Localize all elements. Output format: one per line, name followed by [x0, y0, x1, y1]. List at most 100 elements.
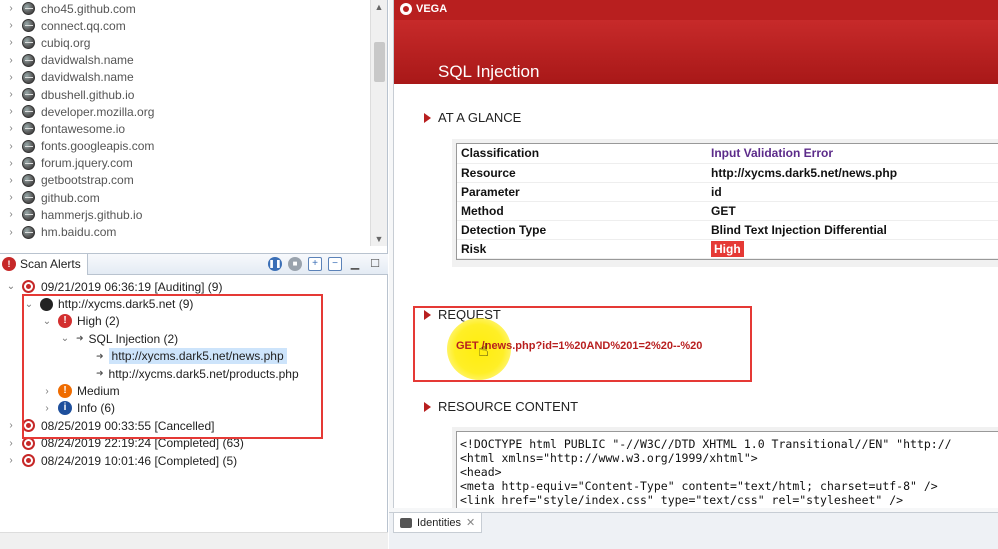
expand-icon[interactable]: ›: [6, 175, 16, 186]
host-item[interactable]: › connect.qq.com: [0, 17, 370, 34]
host-item[interactable]: › fontawesome.io: [0, 120, 370, 137]
section-arrow-icon: [424, 401, 431, 412]
globe-icon: [22, 139, 35, 153]
resource-content-box: <!DOCTYPE html PUBLIC "-//W3C//DTD XHTML…: [456, 431, 998, 508]
expand-icon[interactable]: ›: [6, 438, 16, 449]
scan-alerts-toolbar: ❚❚ ■ + − ▁ ☐: [268, 257, 382, 271]
globe-icon: [22, 70, 35, 84]
left-pane: › cho45.github.com › connect.qq.com › cubiq…: [0, 0, 388, 549]
stop-icon[interactable]: ■: [288, 257, 302, 271]
annotation-box: [413, 306, 752, 382]
vega-header-bar: VEGA: [394, 0, 998, 20]
glance-value: GET: [707, 201, 998, 221]
minimize-icon[interactable]: ▁: [348, 257, 362, 271]
globe-icon: [22, 191, 35, 205]
glance-key: Method: [457, 201, 707, 221]
horizontal-scrollbar[interactable]: [0, 532, 388, 549]
host-tree-scrollbar[interactable]: ▲ ▼: [370, 0, 387, 246]
glance-row: Method GET: [457, 201, 998, 221]
title-banner: SQL Injection: [394, 20, 998, 84]
annotation-box: [22, 294, 323, 439]
glance-key: Resource: [457, 163, 707, 183]
globe-icon: [22, 173, 35, 187]
host-item[interactable]: › cho45.github.com: [0, 0, 370, 17]
risk-badge: High: [711, 240, 744, 257]
code-line: <meta http-equiv="Content-Type" content=…: [460, 479, 938, 493]
expand-all-icon[interactable]: +: [308, 257, 322, 271]
expand-icon[interactable]: ›: [6, 55, 16, 66]
expand-icon[interactable]: ›: [6, 20, 16, 31]
alert-report: VEGA SQL Injection AT A GLANCE Classific…: [393, 0, 998, 508]
host-item[interactable]: › forum.jquery.com: [0, 155, 370, 172]
glance-value: Blind Text Injection Differential: [707, 220, 998, 240]
host-item[interactable]: › hammerjs.github.io: [0, 206, 370, 223]
globe-icon: [22, 156, 35, 170]
expand-icon[interactable]: ›: [6, 37, 16, 48]
expand-icon[interactable]: ›: [6, 227, 16, 238]
glance-value: id: [707, 182, 998, 202]
host-item[interactable]: › hm.baidu.com: [0, 223, 370, 240]
glance-key: Classification: [457, 144, 707, 164]
expand-icon[interactable]: ›: [6, 3, 16, 14]
host-item[interactable]: › getbootstrap.com: [0, 172, 370, 189]
code-line: <link href="style/index.css" type="text/…: [460, 493, 904, 507]
scan-item[interactable]: ⌄ 09/21/2019 06:36:19 [Auditing] (9): [0, 278, 388, 295]
globe-icon: [22, 53, 35, 67]
expand-icon[interactable]: ›: [6, 141, 16, 152]
glance-row: Risk High: [457, 239, 998, 259]
pause-icon[interactable]: ❚❚: [268, 257, 282, 271]
expand-icon[interactable]: ›: [6, 455, 16, 466]
scan-item[interactable]: › 08/24/2019 10:01:46 [Completed] (5): [0, 452, 388, 469]
report-pane: VEGA SQL Injection AT A GLANCE Classific…: [389, 0, 998, 549]
scroll-down-icon[interactable]: ▼: [371, 232, 387, 246]
host-item[interactable]: › davidwalsh.name: [0, 52, 370, 69]
host-item[interactable]: › davidwalsh.name: [0, 69, 370, 86]
globe-icon: [22, 225, 35, 239]
host-item[interactable]: › cubiq.org: [0, 34, 370, 51]
globe-icon: [22, 36, 35, 50]
host-tree: › cho45.github.com › connect.qq.com › cubiq…: [0, 0, 370, 246]
expand-icon[interactable]: ›: [6, 123, 16, 134]
host-item[interactable]: › fonts.googleapis.com: [0, 138, 370, 155]
scroll-thumb[interactable]: [374, 42, 385, 82]
scroll-up-icon[interactable]: ▲: [371, 0, 387, 14]
scan-record-icon: [22, 280, 35, 294]
expand-icon[interactable]: ›: [6, 72, 16, 83]
glance-key: Detection Type: [457, 220, 707, 240]
collapse-all-icon[interactable]: −: [328, 257, 342, 271]
expand-icon[interactable]: ›: [6, 209, 16, 220]
maximize-icon[interactable]: ☐: [368, 257, 382, 271]
expand-icon[interactable]: ›: [6, 158, 16, 169]
identities-tab[interactable]: Identities ✕: [393, 513, 483, 533]
host-item[interactable]: › developer.mozilla.org: [0, 103, 370, 120]
collapse-icon[interactable]: ⌄: [6, 281, 16, 292]
glance-value: http://xycms.dark5.net/news.php: [707, 163, 998, 183]
identities-icon: [400, 517, 412, 528]
identities-bar: Identities ✕: [389, 512, 998, 549]
glance-key: Risk: [457, 239, 707, 259]
close-icon[interactable]: ✕: [466, 516, 475, 529]
expand-icon[interactable]: ›: [6, 192, 16, 203]
at-a-glance-table: Classification Input Validation Error Res…: [456, 143, 998, 260]
scan-alerts-header: ! Scan Alerts ❚❚ ■ + − ▁ ☐: [0, 253, 388, 275]
expand-icon[interactable]: ›: [6, 89, 16, 100]
globe-icon: [22, 122, 35, 136]
glance-row: Detection Type Blind Text Injection Diffe…: [457, 220, 998, 240]
globe-icon: [22, 208, 35, 222]
glance-key: Parameter: [457, 182, 707, 202]
expand-icon[interactable]: ›: [6, 106, 16, 117]
host-item[interactable]: › github.com: [0, 189, 370, 206]
vega-logo: VEGA: [400, 3, 447, 15]
alert-icon: !: [2, 257, 16, 271]
globe-icon: [22, 105, 35, 119]
alert-title: SQL Injection: [438, 62, 540, 81]
glance-row: Resource http://xycms.dark5.net/news.php: [457, 163, 998, 183]
vega-window: › cho45.github.com › connect.qq.com › cubiq…: [0, 0, 998, 549]
glance-value: Input Validation Error: [707, 144, 998, 164]
globe-icon: [22, 2, 35, 16]
code-line: <html xmlns="http://www.w3.org/1999/xhtm…: [460, 451, 758, 465]
scan-record-icon: [22, 454, 35, 468]
expand-icon[interactable]: ›: [6, 420, 16, 431]
scan-alerts-tab[interactable]: ! Scan Alerts: [0, 253, 88, 275]
host-item[interactable]: › dbushell.github.io: [0, 86, 370, 103]
